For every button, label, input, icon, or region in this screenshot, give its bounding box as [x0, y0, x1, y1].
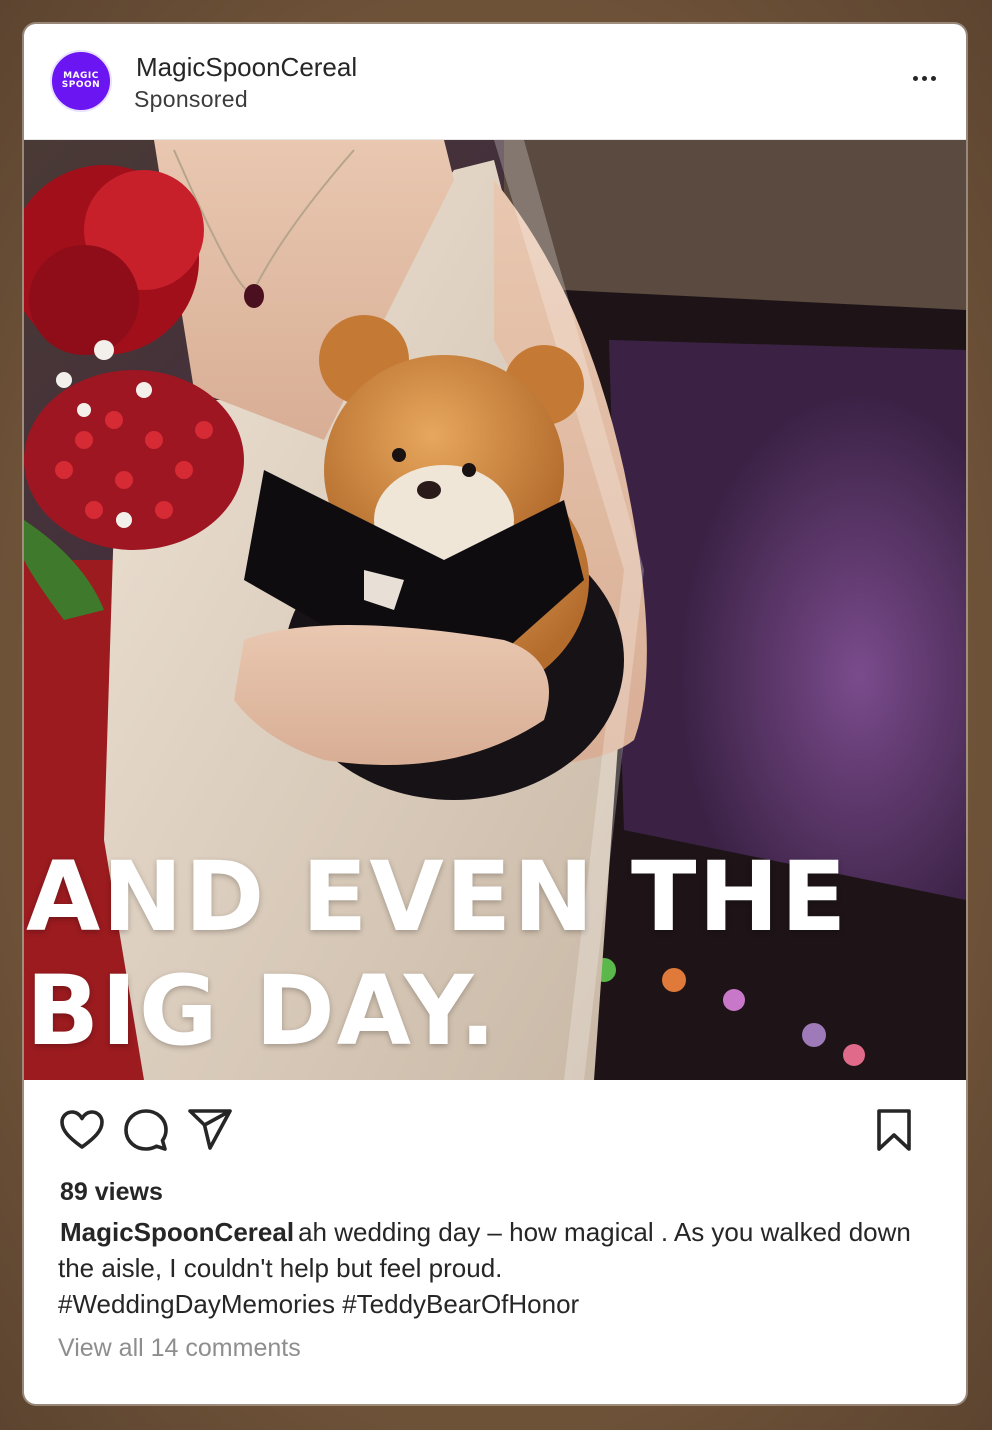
overlay-line-1: AND EVEN THE [26, 841, 849, 953]
comment-button[interactable] [122, 1106, 170, 1154]
post-card: MAGIC SPOON MagicSpoonCereal Sponsored A… [24, 24, 966, 1404]
overlay-line-2: BIG DAY. [26, 955, 498, 1067]
avatar[interactable]: MAGIC SPOON [50, 50, 112, 112]
caption-hashtags[interactable]: #WeddingDayMemories #TeddyBearOfHonor [58, 1286, 938, 1322]
bookmark-icon [877, 1109, 911, 1151]
comment-bubble-icon [124, 1109, 168, 1151]
heart-icon [60, 1110, 104, 1149]
post-image[interactable]: AND EVEN THE BIG DAY. [24, 140, 966, 1080]
action-bar [24, 1080, 966, 1180]
save-button[interactable] [870, 1106, 918, 1154]
post-header: MAGIC SPOON MagicSpoonCereal Sponsored [24, 24, 966, 140]
image-overlay-text: AND EVEN THE BIG DAY. [26, 840, 848, 1068]
view-comments-link[interactable]: View all 14 comments [58, 1334, 301, 1363]
paper-plane-icon [188, 1109, 232, 1150]
share-button[interactable] [186, 1106, 234, 1154]
sponsored-label: Sponsored [134, 86, 248, 112]
post-caption: MagicSpoonCereal ah wedding day – how mag… [58, 1214, 938, 1322]
caption-username[interactable]: MagicSpoonCereal [60, 1217, 294, 1247]
avatar-text-line2: SPOON [61, 80, 101, 90]
account-name[interactable]: MagicSpoonCereal [136, 52, 357, 83]
views-count: 89 views [60, 1178, 163, 1206]
more-horizontal-icon [912, 75, 918, 81]
like-button[interactable] [58, 1106, 106, 1154]
more-options-button[interactable] [906, 66, 942, 90]
